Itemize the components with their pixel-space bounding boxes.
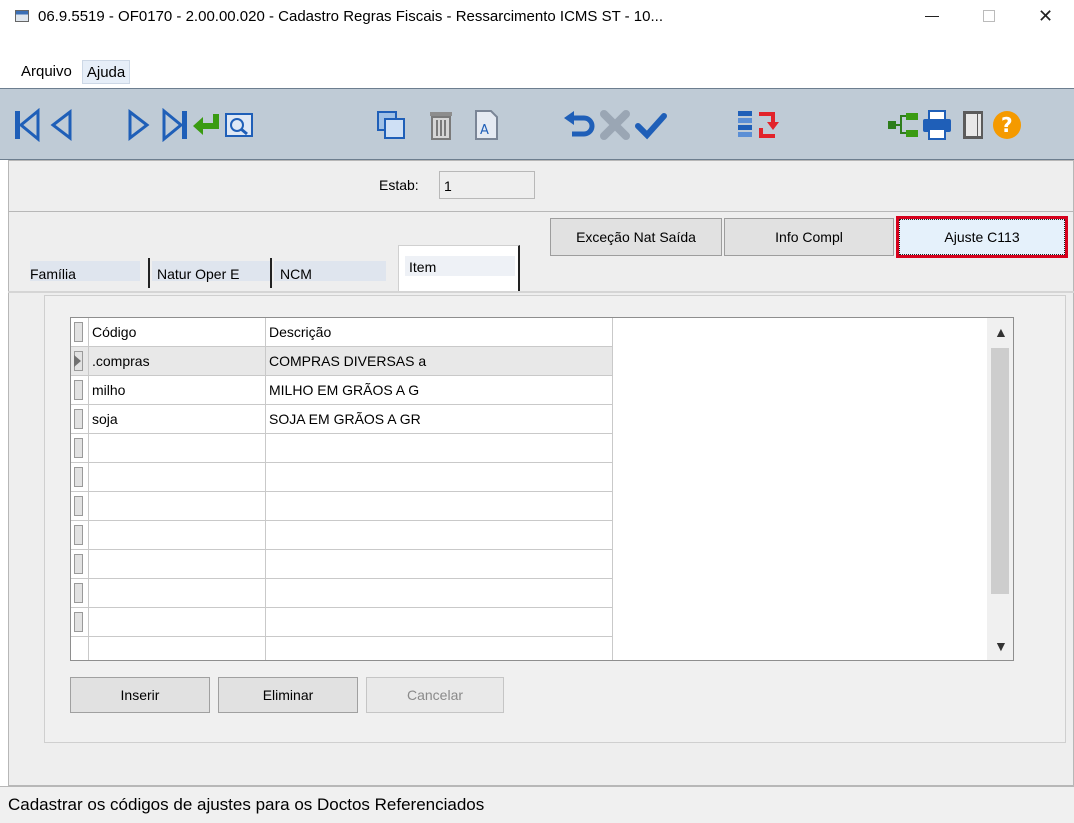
header-codigo[interactable]: Código [89, 318, 266, 347]
cancelar-button[interactable]: Cancelar [366, 677, 504, 713]
refresh-icon[interactable] [750, 107, 784, 143]
scrollbar-thumb[interactable] [991, 348, 1009, 594]
cell-codigo[interactable]: milho [89, 376, 266, 405]
menu-bar: Arquivo Ajuda [0, 58, 1074, 86]
svg-text:A: A [480, 123, 489, 138]
help-icon[interactable]: ? [990, 107, 1024, 143]
minimize-button[interactable] [903, 0, 960, 32]
info-compl-button[interactable]: Info Compl [724, 218, 894, 256]
goto-icon[interactable] [190, 107, 224, 143]
last-record-icon[interactable] [158, 107, 192, 143]
tab-familia[interactable]: Família [30, 253, 150, 287]
next-record-icon[interactable] [122, 107, 156, 143]
toolbar: A ? [0, 88, 1074, 160]
tab-natur-oper-e[interactable]: Natur Oper E [152, 253, 270, 287]
cell-descricao[interactable]: COMPRAS DIVERSAS a [266, 347, 613, 376]
tab-natur-oper-e-label: Natur Oper E [157, 266, 240, 282]
table-row-empty[interactable] [71, 550, 613, 579]
inserir-button[interactable]: Inserir [70, 677, 210, 713]
scroll-up-icon[interactable]: ▲ [994, 324, 1008, 340]
print-icon[interactable] [920, 107, 954, 143]
menu-ajuda[interactable]: Ajuda [81, 60, 131, 84]
estab-field[interactable]: 1 [439, 171, 535, 199]
maximize-button[interactable] [960, 0, 1017, 32]
title-bar: 06.9.5519 - OF0170 - 2.00.00.020 - Cadas… [0, 0, 1074, 32]
window-title: 06.9.5519 - OF0170 - 2.00.00.020 - Cadas… [38, 7, 663, 25]
estab-label: Estab: [379, 177, 419, 193]
cancel-icon[interactable] [598, 107, 632, 143]
menu-arquivo[interactable]: Arquivo [17, 60, 76, 84]
close-button[interactable]: ✕ [1017, 0, 1074, 32]
copy-icon[interactable] [374, 107, 408, 143]
table-row-empty[interactable] [71, 492, 613, 521]
search-icon[interactable] [222, 107, 256, 143]
tab-baseline [8, 291, 1074, 293]
row-indicator [71, 405, 89, 434]
first-record-icon[interactable] [10, 107, 44, 143]
delete-icon[interactable] [424, 107, 458, 143]
exit-icon[interactable] [956, 107, 990, 143]
tab-familia-label: Família [30, 266, 76, 282]
previous-record-icon[interactable] [44, 107, 78, 143]
table-row-empty[interactable] [71, 434, 613, 463]
header-descricao[interactable]: Descrição [266, 318, 613, 347]
svg-text:?: ? [1001, 113, 1013, 137]
row-indicator [71, 376, 89, 405]
eliminar-button[interactable]: Eliminar [218, 677, 358, 713]
status-bar: Cadastrar os códigos de ajustes para os … [0, 786, 1074, 823]
table-row-empty[interactable] [71, 608, 613, 637]
estab-band: Estab: 1 [8, 160, 1074, 212]
row-indicator [71, 347, 89, 376]
cell-descricao[interactable]: MILHO EM GRÃOS A G [266, 376, 613, 405]
cell-descricao[interactable]: SOJA EM GRÃOS A GR [266, 405, 613, 434]
confirm-icon[interactable] [634, 107, 668, 143]
ajuste-c113-label: Ajuste C113 [899, 219, 1065, 255]
ajuste-c113-button[interactable]: Ajuste C113 [896, 216, 1068, 258]
cell-codigo[interactable]: soja [89, 405, 266, 434]
grid-header: Código Descrição [71, 318, 613, 347]
table-row-empty[interactable] [71, 579, 613, 608]
table-row[interactable]: soja SOJA EM GRÃOS A GR [71, 405, 613, 434]
cell-codigo[interactable]: .compras [89, 347, 266, 376]
tab-divider [270, 258, 272, 288]
table-row[interactable]: milho MILHO EM GRÃOS A G [71, 376, 613, 405]
table-row-empty[interactable] [71, 521, 613, 550]
header-indicator [71, 318, 89, 347]
tab-item[interactable]: Item [398, 245, 520, 293]
table-row-empty[interactable] [71, 463, 613, 492]
table-row-empty[interactable] [71, 637, 613, 660]
vertical-scrollbar[interactable]: ▲ ▼ [987, 318, 1013, 660]
tab-item-label: Item [409, 259, 437, 275]
current-row-arrow-icon [74, 355, 81, 367]
tab-divider [148, 258, 150, 288]
edit-icon[interactable]: A [470, 107, 504, 143]
tree-icon[interactable] [886, 107, 920, 143]
scroll-down-icon[interactable]: ▼ [994, 638, 1008, 654]
tab-ncm[interactable]: NCM [274, 253, 390, 287]
app-icon [15, 10, 29, 22]
window-controls: ✕ [903, 0, 1074, 32]
tab-ncm-label: NCM [280, 266, 312, 282]
table-row[interactable]: .compras COMPRAS DIVERSAS a [71, 347, 613, 376]
item-grid: Código Descrição .compras COMPRAS DIVERS… [70, 317, 1014, 661]
undo-icon[interactable] [562, 107, 596, 143]
excecao-nat-saida-button[interactable]: Exceção Nat Saída [550, 218, 722, 256]
